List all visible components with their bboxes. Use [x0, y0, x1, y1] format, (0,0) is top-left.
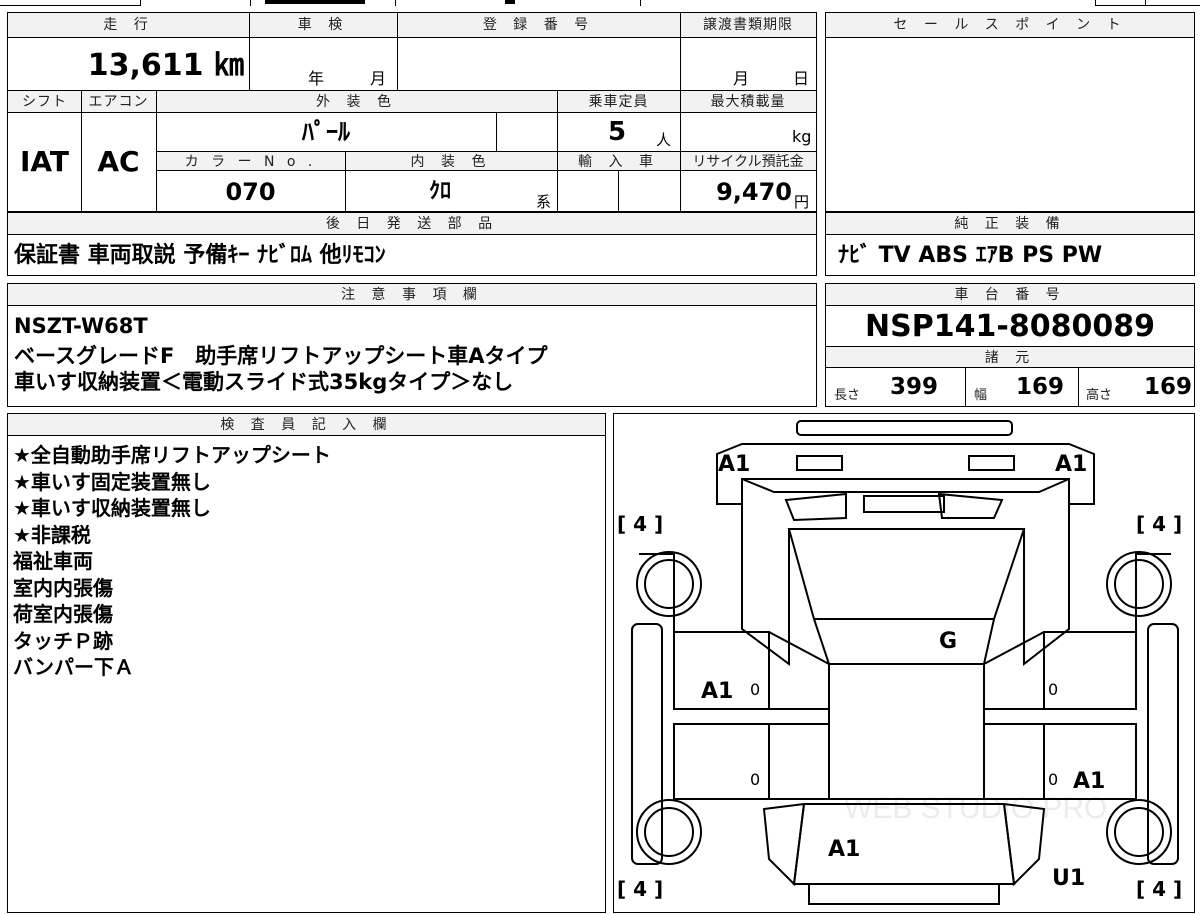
- genuine-equipment-header: 純 正 装 備: [826, 213, 1194, 235]
- recycle-unit: 円: [794, 193, 810, 211]
- recycle-value: 9,470: [716, 178, 792, 206]
- inspector-note: ★車いす収納装置無し: [13, 496, 211, 520]
- tire-label-rear-right: [ 4 ]: [1136, 877, 1183, 901]
- color-no-value: 070: [225, 178, 276, 206]
- mark-zero-rf: 0: [1048, 680, 1059, 699]
- notes-line-3: 車いす収納装置＜電動スライド式35kgタイプ＞なし: [14, 370, 514, 394]
- width-label: 幅: [974, 388, 988, 403]
- color-no-header: カ ラ ー N o .: [156, 151, 345, 171]
- transfer-deadline-header: 譲渡書類期限: [680, 13, 816, 38]
- height-value: 169: [1144, 374, 1193, 400]
- transfer-month: 月: [733, 69, 750, 88]
- inspector-note: ★車いす固定装置無し: [13, 469, 211, 494]
- mark-zero-lf: 0: [750, 680, 761, 699]
- chassis-no-header: 車 台 番 号: [826, 284, 1194, 306]
- vehicle-info-table: 走 行 車 検 登 録 番 号 譲渡書類期限 13,611 ㎞ 年 月 月 日 …: [7, 12, 817, 212]
- capacity-unit: 人: [656, 131, 672, 149]
- interior-color-value: ｸﾛ: [428, 179, 451, 204]
- exterior-color-value: ﾊﾟｰﾙ: [302, 118, 350, 146]
- genuine-equipment-value: ﾅﾋﾞ TV ABS ｴｱB PS PW: [838, 243, 1103, 268]
- recycle-header: リサイクル預託金: [680, 151, 816, 171]
- interior-color-header: 内 装 色: [345, 151, 557, 171]
- interior-suffix: 系: [536, 193, 552, 211]
- length-label: 長さ: [834, 388, 861, 403]
- specs-header: 諸 元: [826, 346, 1194, 368]
- top-strip: [0, 0, 1200, 8]
- tire-label-rear-left: [ 4 ]: [617, 877, 664, 901]
- notes-header: 注 意 事 項 欄: [8, 284, 816, 306]
- later-parts-header: 後 日 発 送 部 品: [8, 213, 816, 235]
- mark-right-rear-door: A1: [1073, 769, 1106, 794]
- mark-windshield: G: [939, 629, 958, 654]
- shift-header: シフト: [8, 90, 81, 113]
- mark-rear-right: U1: [1052, 866, 1086, 891]
- car-damage-diagram: [ 4 ] [ 4 ] [ 4 ] [ 4 ] A1 A1 G A1 0 0 0…: [613, 413, 1195, 913]
- mark-front-left: A1: [718, 452, 751, 477]
- registration-header: 登 録 番 号: [397, 13, 680, 38]
- import-header: 輸 入 車: [557, 151, 680, 171]
- transfer-day: 日: [793, 69, 810, 88]
- chassis-no-value: NSP141-8080089: [865, 309, 1155, 344]
- inspection-month: 月: [370, 69, 387, 88]
- capacity-value: 5: [608, 117, 627, 147]
- shift-value: IAT: [19, 145, 69, 178]
- width-value: 169: [1016, 374, 1065, 400]
- max-load-header: 最大積載量: [680, 90, 816, 113]
- chassis-section: 車 台 番 号 NSP141-8080089 諸 元 長さ 399 幅 169 …: [825, 283, 1195, 407]
- mark-rear-center: A1: [828, 837, 861, 862]
- exterior-color-header: 外 装 色: [156, 90, 557, 113]
- sales-points-section: セ ー ル ス ポ イ ン ト: [825, 12, 1195, 212]
- inspector-note: 室内内張傷: [13, 575, 113, 600]
- genuine-equipment-section: 純 正 装 備 ﾅﾋﾞ TV ABS ｴｱB PS PW: [825, 212, 1195, 276]
- inspection-header: 車 検: [249, 13, 397, 38]
- inspection-year: 年: [308, 69, 325, 88]
- watermark: WEB STUDIO PRO: [844, 792, 1108, 825]
- tire-label-front-left: [ 4 ]: [617, 512, 664, 536]
- height-label: 高さ: [1086, 388, 1113, 403]
- notes-line-1: NSZT-W68T: [14, 314, 148, 338]
- max-load-unit: kg: [792, 127, 812, 146]
- car-outline-svg: [631, 420, 1179, 905]
- notes-section: 注 意 事 項 欄 NSZT-W68T ベースグレードF 助手席リフトアップシー…: [7, 283, 817, 407]
- mileage-header: 走 行: [8, 13, 249, 38]
- later-parts-section: 後 日 発 送 部 品 保証書 車両取説 予備ｷｰ ﾅﾋﾞﾛﾑ 他ﾘﾓｺﾝ: [7, 212, 817, 276]
- mark-front-right: A1: [1055, 452, 1088, 477]
- later-parts-value: 保証書 車両取説 予備ｷｰ ﾅﾋﾞﾛﾑ 他ﾘﾓｺﾝ: [14, 243, 386, 268]
- inspector-note: ★全自動助手席リフトアップシート: [13, 443, 331, 467]
- aircon-header: エアコン: [81, 90, 156, 113]
- inspector-note: ★非課税: [13, 522, 91, 547]
- sales-points-header: セ ー ル ス ポ イ ン ト: [826, 13, 1194, 38]
- inspector-notes-section: 検 査 員 記 入 欄 ★全自動助手席リフトアップシート ★車いす固定装置無し …: [7, 413, 606, 913]
- inspector-notes-header: 検 査 員 記 入 欄: [8, 414, 605, 436]
- inspector-note: 荷室内張傷: [13, 602, 113, 626]
- inspector-note: 福祉車両: [13, 549, 93, 573]
- mark-left-front-door: A1: [701, 679, 734, 704]
- aircon-value: AC: [97, 145, 140, 178]
- inspector-notes-list: ★全自動助手席リフトアップシート ★車いす固定装置無し ★車いす収納装置無し ★…: [13, 442, 331, 681]
- mark-zero-rr: 0: [1048, 770, 1059, 789]
- mark-zero-lr: 0: [750, 770, 761, 789]
- mileage-value: 13,611 ㎞: [87, 48, 244, 83]
- tire-label-front-right: [ 4 ]: [1136, 512, 1183, 536]
- length-value: 399: [890, 374, 939, 400]
- inspector-note: タッチＰ跡: [13, 628, 113, 653]
- capacity-header: 乗車定員: [557, 90, 680, 113]
- inspector-note: バンパー下Ａ: [13, 655, 134, 679]
